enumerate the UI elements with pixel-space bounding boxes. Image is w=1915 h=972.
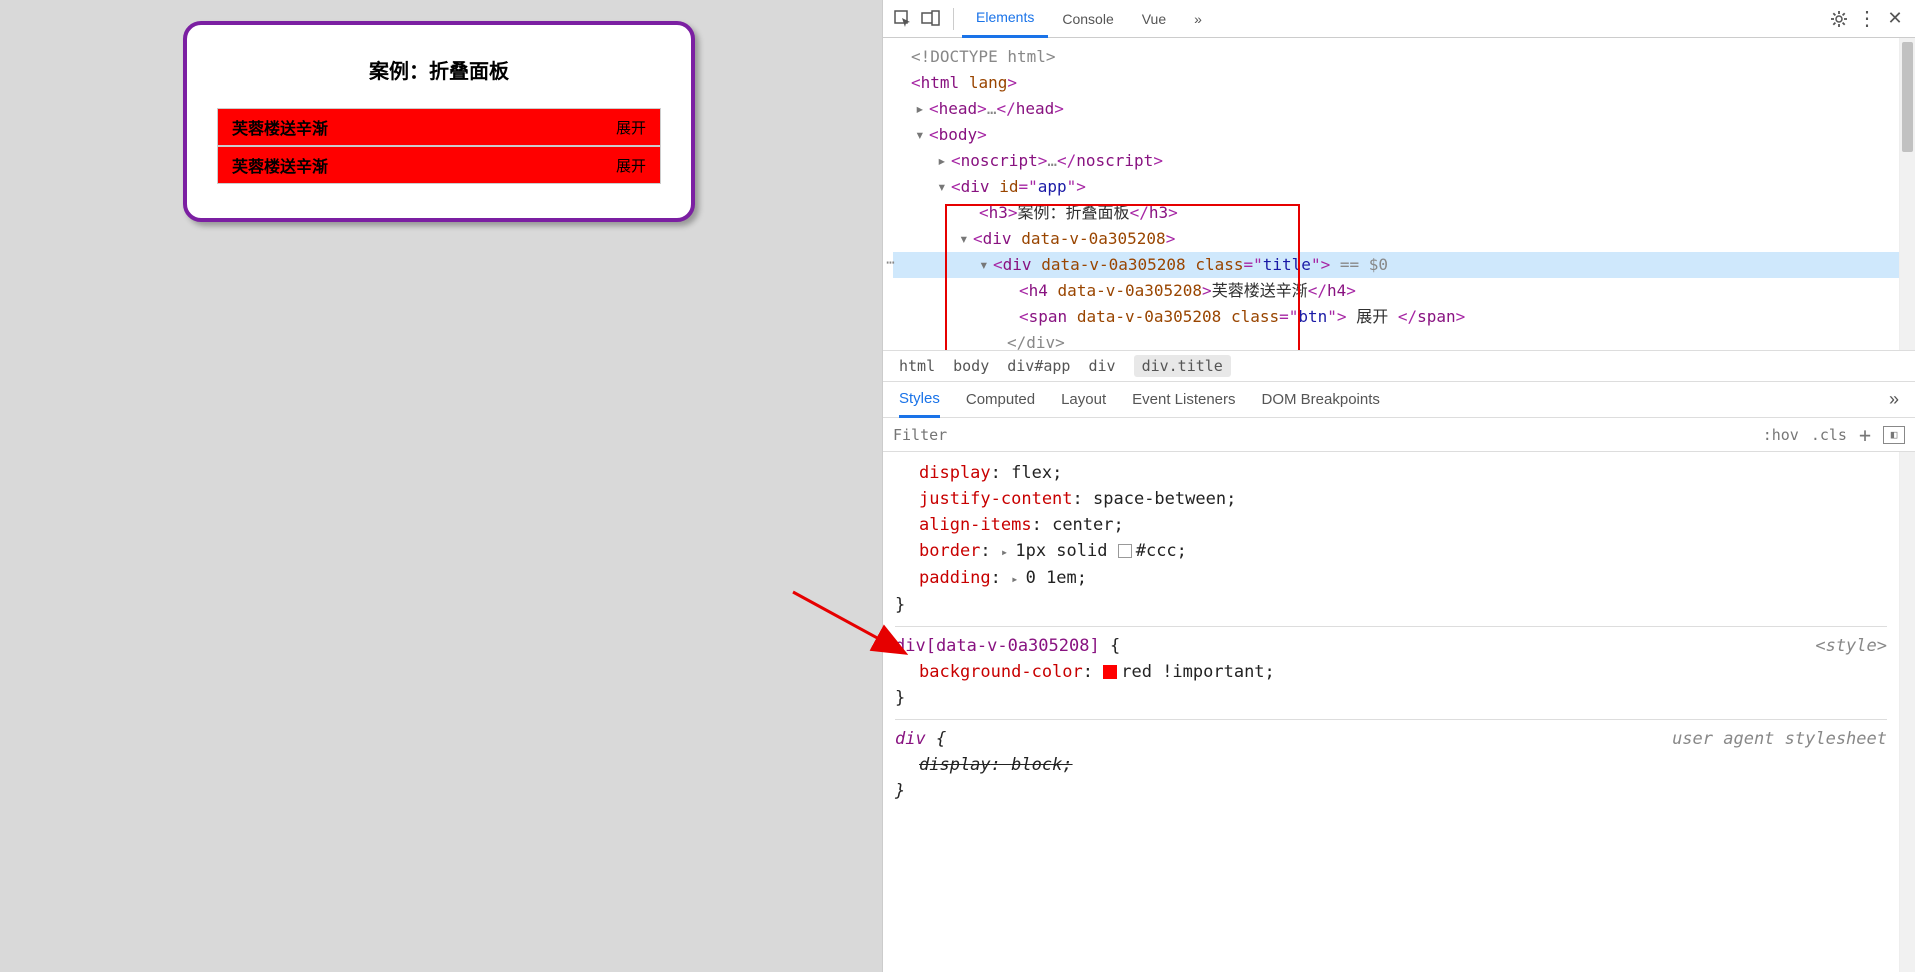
tab-elements[interactable]: Elements xyxy=(962,0,1048,38)
css-rule[interactable]: display: flex; justify-content: space-be… xyxy=(895,460,1887,618)
panel-row-title: 芙蓉楼送辛渐 xyxy=(232,153,328,177)
elided-indicator: ⋯ xyxy=(883,250,898,276)
styles-panel[interactable]: display: flex; justify-content: space-be… xyxy=(883,452,1899,972)
crumb[interactable]: div#app xyxy=(1007,357,1070,375)
tab-dom-breakpoints[interactable]: DOM Breakpoints xyxy=(1262,391,1380,408)
breadcrumb[interactable]: html body div#app div div.title xyxy=(883,350,1915,382)
crumb[interactable]: html xyxy=(899,357,935,375)
toggle-sidebar-icon[interactable]: ◧ xyxy=(1883,426,1905,444)
panel-row[interactable]: 芙蓉楼送辛渐 展开 xyxy=(217,146,661,184)
panel-row[interactable]: 芙蓉楼送辛渐 展开 xyxy=(217,108,661,146)
card: 案例：折叠面板 芙蓉楼送辛渐 展开 芙蓉楼送辛渐 展开 xyxy=(183,21,695,222)
panel-row-title: 芙蓉楼送辛渐 xyxy=(232,115,328,139)
kebab-icon[interactable]: ⋮ xyxy=(1853,5,1881,33)
scrollbar[interactable] xyxy=(1899,38,1915,350)
cls-toggle[interactable]: .cls xyxy=(1811,426,1847,444)
expand-button[interactable]: 展开 xyxy=(616,117,646,138)
css-rule[interactable]: user agent stylesheet div { display: blo… xyxy=(895,719,1887,804)
rendered-page: 案例：折叠面板 芙蓉楼送辛渐 展开 芙蓉楼送辛渐 展开 xyxy=(0,0,882,972)
inspect-icon[interactable] xyxy=(889,5,917,33)
devtools-toolbar: Elements Console Vue » ⋮ ✕ xyxy=(883,0,1915,38)
crumb[interactable]: body xyxy=(953,357,989,375)
tab-vue[interactable]: Vue xyxy=(1128,0,1180,38)
dom-tree[interactable]: ⋯ <!DOCTYPE html> <html lang> ▸<head>…</… xyxy=(883,38,1899,350)
tab-computed[interactable]: Computed xyxy=(966,391,1035,408)
crumb[interactable]: div.title xyxy=(1134,355,1231,377)
crumb[interactable]: div xyxy=(1088,357,1115,375)
close-icon[interactable]: ✕ xyxy=(1881,5,1909,33)
device-toggle-icon[interactable] xyxy=(917,5,945,33)
gear-icon[interactable] xyxy=(1825,5,1853,33)
tab-console[interactable]: Console xyxy=(1048,0,1127,38)
styles-tabs: Styles Computed Layout Event Listeners D… xyxy=(883,382,1915,418)
expand-button[interactable]: 展开 xyxy=(616,155,646,176)
scrollbar[interactable] xyxy=(1899,452,1915,972)
hov-toggle[interactable]: :hov xyxy=(1763,426,1799,444)
tab-layout[interactable]: Layout xyxy=(1061,391,1106,408)
tab-styles[interactable]: Styles xyxy=(899,382,940,418)
tab-event-listeners[interactable]: Event Listeners xyxy=(1132,391,1235,408)
tab-more[interactable]: » xyxy=(1180,0,1216,38)
chevron-right-icon[interactable]: » xyxy=(1889,389,1899,410)
styles-filter-bar: :hov .cls + ◧ xyxy=(883,418,1915,452)
devtools-panel: Elements Console Vue » ⋮ ✕ ⋯ <!DOCTYPE h… xyxy=(882,0,1915,972)
filter-input[interactable] xyxy=(893,426,1751,444)
add-rule-icon[interactable]: + xyxy=(1859,423,1871,447)
css-rule[interactable]: <style> div[data-v-0a305208] { backgroun… xyxy=(895,626,1887,711)
card-title: 案例：折叠面板 xyxy=(217,55,661,84)
